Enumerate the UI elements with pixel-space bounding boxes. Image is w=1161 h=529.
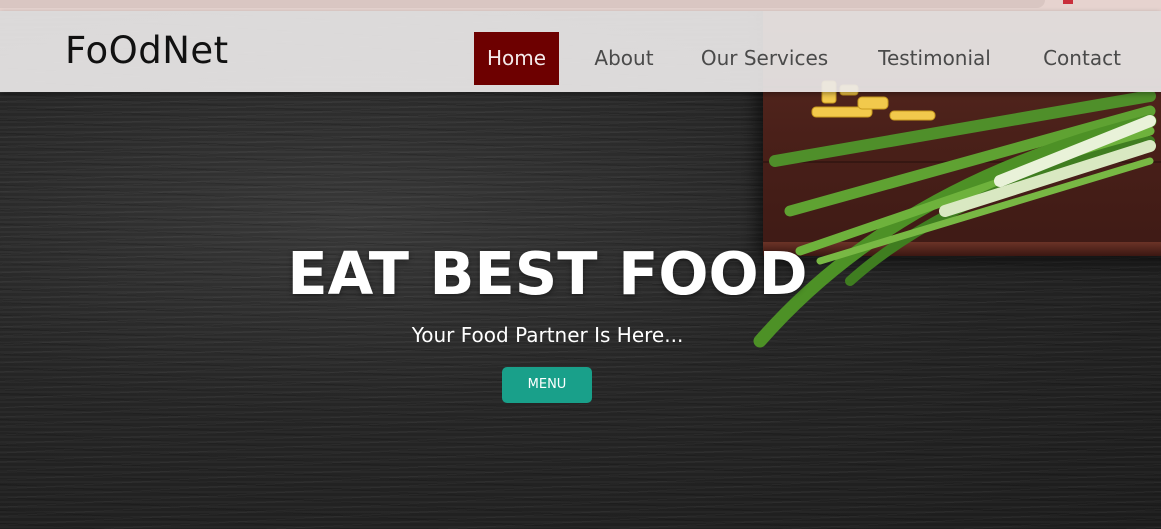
nav-item-testimonial[interactable]: Testimonial xyxy=(868,32,1001,85)
nav-item-our-services[interactable]: Our Services xyxy=(693,32,836,85)
nav-item-about[interactable]: About xyxy=(584,32,664,85)
browser-extension-icon xyxy=(1063,0,1073,4)
brand-logo[interactable]: FoOdNet xyxy=(65,29,229,72)
menu-button[interactable]: MENU xyxy=(502,367,592,403)
hero-subheadline: Your Food Partner Is Here... xyxy=(411,323,684,347)
hero-headline: EAT BEST FOOD xyxy=(287,239,808,308)
nav-item-home[interactable]: Home xyxy=(474,32,559,85)
top-navbar: FoOdNet Home About Our Services Testimon… xyxy=(0,11,1161,92)
browser-top-strip xyxy=(0,0,1161,11)
nav-item-contact[interactable]: Contact xyxy=(1033,32,1131,85)
browser-address-bar-edge xyxy=(0,0,1045,8)
